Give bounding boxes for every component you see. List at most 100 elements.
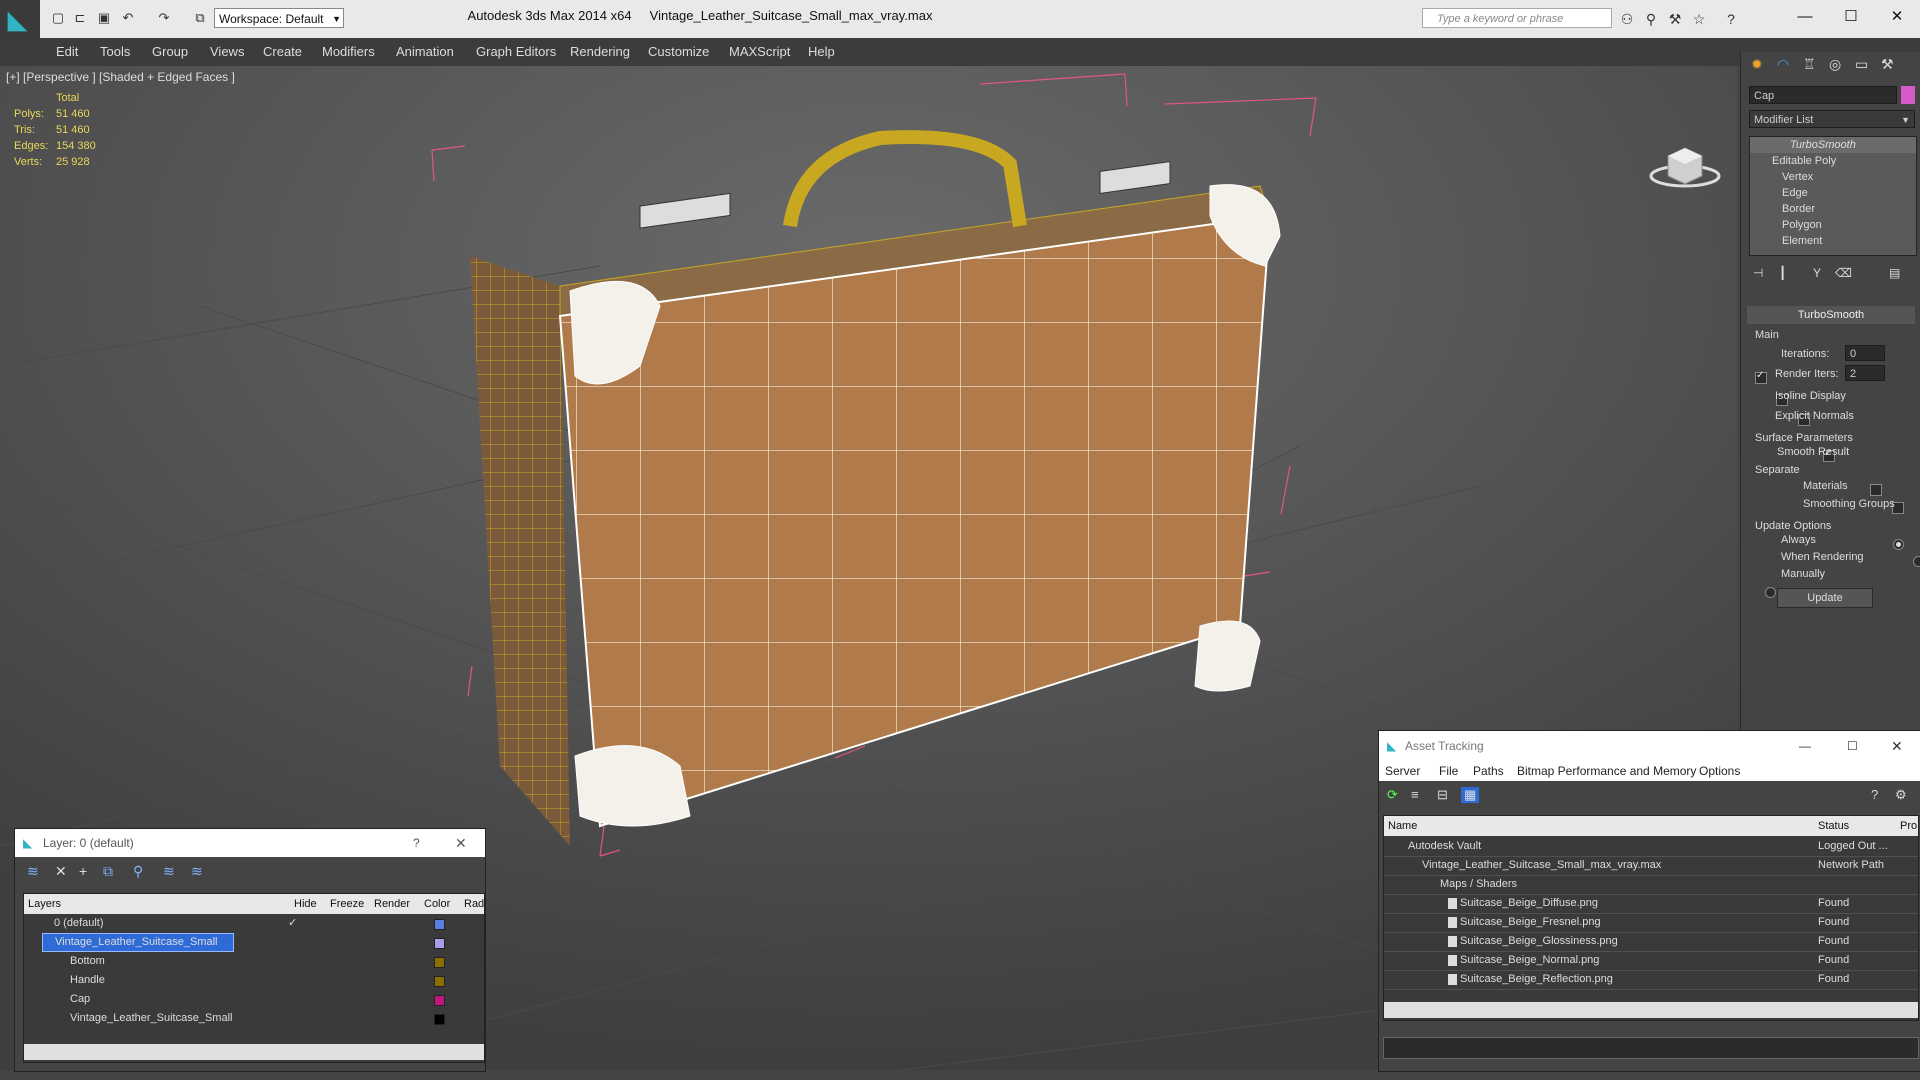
col-pro[interactable]: Pro	[1900, 816, 1917, 836]
motion-tab-icon[interactable]: ◎	[1829, 56, 1841, 73]
asset-row[interactable]: Suitcase_Beige_Diffuse.png Found	[1384, 894, 1918, 914]
menu-tools[interactable]: Tools	[100, 44, 130, 59]
communication-icon[interactable]: ⚒	[1666, 10, 1684, 28]
col-freeze[interactable]: Freeze	[330, 894, 364, 914]
asset-help-icon[interactable]: ?	[1871, 787, 1878, 802]
asset-menu-options[interactable]: Options	[1699, 761, 1740, 781]
maximize-button[interactable]: ☐	[1828, 4, 1874, 30]
display-tab-icon[interactable]: ▭	[1855, 56, 1868, 73]
create-tab-icon[interactable]: ✹	[1751, 56, 1763, 73]
list-view-icon[interactable]: ≡	[1411, 787, 1419, 802]
col-name[interactable]: Name	[1388, 816, 1417, 836]
layer-color-swatch[interactable]	[434, 976, 445, 987]
layer-row[interactable]: Vintage_Leather_Suitcase_Small	[24, 1009, 474, 1028]
highlight-layer-icon[interactable]: ⚲	[133, 863, 143, 880]
viewport-label[interactable]: [+] [Perspective ] [Shaded + Edged Faces…	[6, 70, 235, 84]
menu-modifiers[interactable]: Modifiers	[322, 44, 375, 59]
manually-radio[interactable]	[1765, 587, 1776, 599]
iterations-spinner[interactable]: 0	[1845, 345, 1885, 361]
asset-menu-paths[interactable]: Paths	[1473, 761, 1504, 781]
layer-color-swatch[interactable]	[434, 1014, 445, 1025]
menu-group[interactable]: Group	[152, 44, 188, 59]
layer-row[interactable]: Handle	[24, 971, 474, 990]
asset-row[interactable]: Vintage_Leather_Suitcase_Small_max_vray.…	[1384, 856, 1918, 876]
menu-views[interactable]: Views	[210, 44, 244, 59]
layer-horizontal-scrollbar[interactable]	[24, 1044, 484, 1060]
when-rendering-radio[interactable]	[1913, 556, 1920, 568]
asset-minimize-button[interactable]: —	[1799, 731, 1811, 761]
menu-graph-editors[interactable]: Graph Editors	[476, 44, 556, 59]
render-iters-spinner[interactable]: 2	[1845, 365, 1885, 381]
layer-row[interactable]: Vintage_Leather_Suitcase_Small	[24, 933, 474, 952]
modify-tab-icon[interactable]: ◠	[1777, 56, 1789, 73]
menu-customize[interactable]: Customize	[648, 44, 709, 59]
asset-maximize-button[interactable]: ☐	[1847, 731, 1858, 761]
menu-help[interactable]: Help	[808, 44, 835, 59]
delete-layer-icon[interactable]: ✕	[55, 863, 67, 880]
menu-create[interactable]: Create	[263, 44, 302, 59]
object-name-field[interactable]: Cap	[1749, 86, 1897, 104]
asset-row[interactable]: Maps / Shaders	[1384, 875, 1918, 895]
layer-color-swatch[interactable]	[434, 995, 445, 1006]
asset-menu-server[interactable]: Server	[1385, 761, 1420, 781]
add-to-layer-icon[interactable]: +	[79, 863, 87, 879]
utilities-tab-icon[interactable]: ⚒	[1881, 56, 1894, 73]
tree-view-icon[interactable]: ⊟	[1437, 787, 1448, 803]
asset-path-field[interactable]	[1383, 1037, 1919, 1059]
make-unique-icon[interactable]: Y	[1813, 266, 1821, 280]
layer-color-swatch[interactable]	[434, 957, 445, 968]
stack-edge[interactable]: Edge	[1750, 185, 1916, 201]
col-layers[interactable]: Layers	[28, 894, 61, 914]
layer-color-swatch[interactable]	[434, 919, 445, 930]
minimize-button[interactable]: —	[1782, 4, 1828, 30]
favorites-star-icon[interactable]: ☆	[1690, 10, 1708, 28]
col-rad[interactable]: Rad	[464, 894, 484, 914]
materials-checkbox[interactable]	[1870, 483, 1883, 496]
asset-close-button[interactable]: ✕	[1891, 731, 1903, 761]
layer-dialog-header[interactable]: ◣ Layer: 0 (default) ? ✕	[15, 829, 485, 857]
layer-help-button[interactable]: ?	[413, 829, 420, 857]
col-hide[interactable]: Hide	[294, 894, 317, 914]
layer-row[interactable]: 0 (default) ✓	[24, 914, 474, 933]
asset-row[interactable]: Autodesk Vault Logged Out ...	[1384, 837, 1918, 857]
freeze-all-icon[interactable]: ≋	[191, 863, 203, 880]
help-icon[interactable]: ?	[1722, 10, 1740, 28]
pin-stack-icon[interactable]: ⊣	[1753, 266, 1763, 280]
stack-turbosmooth[interactable]: TurboSmooth	[1750, 137, 1916, 153]
layer-row[interactable]: Cap	[24, 990, 474, 1009]
select-objects-icon[interactable]: ⧉	[103, 863, 113, 880]
menu-rendering[interactable]: Rendering	[570, 44, 630, 59]
asset-row[interactable]: Suitcase_Beige_Normal.png Found	[1384, 951, 1918, 971]
stack-polygon[interactable]: Polygon	[1750, 217, 1916, 233]
asset-row[interactable]: Suitcase_Beige_Fresnel.png Found	[1384, 913, 1918, 933]
stack-border[interactable]: Border	[1750, 201, 1916, 217]
render-iters-checkbox[interactable]	[1755, 370, 1767, 384]
hierarchy-tab-icon[interactable]: ♖	[1803, 56, 1816, 73]
binoculars-icon[interactable]: ⚇	[1618, 10, 1636, 28]
asset-dialog-header[interactable]: ◣ Asset Tracking — ☐ ✕	[1379, 731, 1920, 761]
col-render[interactable]: Render	[374, 894, 410, 914]
always-radio[interactable]	[1893, 539, 1905, 551]
turbosmooth-rollout[interactable]: TurboSmooth	[1747, 306, 1915, 324]
remove-modifier-icon[interactable]: ⌫	[1835, 266, 1852, 280]
layer-color-swatch[interactable]	[434, 938, 445, 949]
table-view-icon[interactable]: ▦	[1461, 787, 1480, 803]
asset-menu-bitmap[interactable]: Bitmap Performance and Memory	[1517, 761, 1696, 781]
refresh-icon[interactable]: ⟳	[1387, 787, 1398, 803]
hide-all-icon[interactable]: ≋	[163, 863, 175, 880]
menu-animation[interactable]: Animation	[396, 44, 454, 59]
search-input[interactable]: Type a keyword or phrase	[1422, 8, 1612, 28]
show-end-result-icon[interactable]: ┃	[1779, 266, 1786, 280]
layer-row[interactable]: Bottom	[24, 952, 474, 971]
modifier-list-dropdown[interactable]: Modifier List ▼	[1749, 110, 1915, 128]
asset-row[interactable]: Suitcase_Beige_Reflection.png Found	[1384, 970, 1918, 990]
subscription-icon[interactable]: ⚲	[1642, 10, 1660, 28]
asset-horizontal-scrollbar[interactable]	[1384, 1002, 1918, 1018]
configure-sets-icon[interactable]: ▤	[1889, 266, 1900, 280]
stack-vertex[interactable]: Vertex	[1750, 169, 1916, 185]
layer-close-button[interactable]: ✕	[455, 829, 467, 857]
col-color[interactable]: Color	[424, 894, 450, 914]
update-button[interactable]: Update	[1777, 588, 1873, 608]
object-color-swatch[interactable]	[1901, 86, 1915, 104]
stack-editable-poly[interactable]: Editable Poly	[1750, 153, 1916, 169]
